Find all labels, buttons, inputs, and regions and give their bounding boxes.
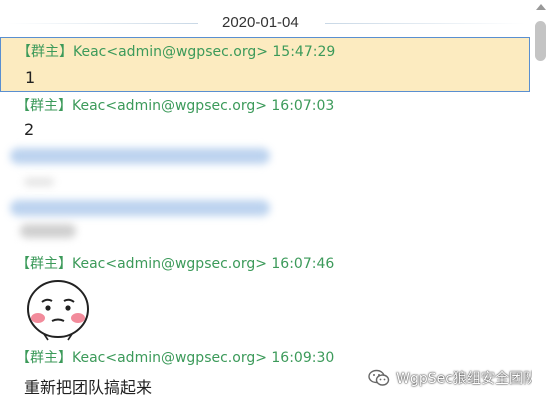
date-separator: 2020-01-04 <box>0 8 530 38</box>
message-header: 【群主】Keac<admin@wgpsec.org> 16:07:03 <box>16 98 335 114</box>
message-item-selected[interactable]: 【群主】Keac<admin@wgpsec.org> 15:47:29 1 <box>0 37 530 92</box>
redacted-text <box>20 224 76 238</box>
message-header: 【群主】Keac<admin@wgpsec.org> 16:07:46 <box>16 256 335 272</box>
scroll-thumb[interactable] <box>535 21 546 61</box>
date-divider-left <box>8 23 198 24</box>
chat-window: 2020-01-04 【群主】Keac<admin@wgpsec.org> 15… <box>0 0 549 400</box>
vertical-scrollbar[interactable] <box>532 0 549 400</box>
message-body: 重新把团队搞起来 <box>24 378 153 397</box>
blushing-face-sticker-icon[interactable] <box>22 276 94 342</box>
redacted-text <box>10 200 270 216</box>
message-header: 【群主】Keac<admin@wgpsec.org> 15:47:29 <box>17 44 336 60</box>
date-label: 2020-01-04 <box>222 14 299 31</box>
redacted-text <box>10 148 270 164</box>
message-body: 1 <box>25 68 36 87</box>
watermark: WgpSec狼组安全团队 <box>368 368 537 388</box>
watermark-text: WgpSec狼组安全团队 <box>396 371 537 387</box>
redacted-text <box>24 178 54 186</box>
message-item[interactable]: 【群主】Keac<admin@wgpsec.org> 16:07:03 2 <box>0 92 530 252</box>
wechat-icon <box>368 369 390 386</box>
message-body: 2 <box>24 120 35 139</box>
date-divider-right <box>325 23 525 24</box>
message-header: 【群主】Keac<admin@wgpsec.org> 16:09:30 <box>16 350 335 366</box>
scroll-up-arrow-icon[interactable] <box>536 4 546 10</box>
